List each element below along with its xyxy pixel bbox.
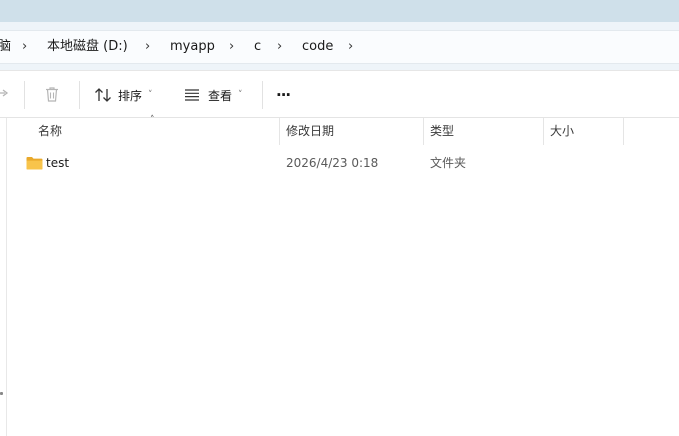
sort-arrows-icon xyxy=(94,87,112,103)
view-list-icon xyxy=(184,88,200,102)
window-title-bar xyxy=(0,0,679,22)
column-resize-handle[interactable] xyxy=(543,118,544,145)
chevron-right-icon[interactable]: › xyxy=(22,31,27,63)
sort-button-label: 排序 xyxy=(118,88,143,103)
share-icon[interactable] xyxy=(0,71,12,117)
scrollbar-thumb[interactable] xyxy=(0,392,3,395)
chevron-right-icon[interactable]: › xyxy=(229,31,234,63)
sort-button[interactable]: 排序 ˅ xyxy=(94,81,153,109)
trash-icon[interactable] xyxy=(44,71,60,117)
view-button[interactable]: 查看 ˅ xyxy=(184,81,243,109)
file-modified-date: 2026/4/23 0:18 xyxy=(286,156,379,170)
more-options-icon: ··· xyxy=(276,86,291,104)
table-row[interactable]: test 2026/4/23 0:18 文件夹 xyxy=(8,150,679,176)
toolbar-divider xyxy=(24,81,25,109)
breadcrumb-item-c[interactable]: c xyxy=(254,31,261,63)
toolbar-divider xyxy=(79,81,80,109)
chevron-down-icon: ˅ xyxy=(148,90,153,100)
column-header-modified[interactable]: 修改日期 xyxy=(286,118,334,145)
folder-icon xyxy=(26,150,43,176)
command-bar: 排序 ˅ 查看 ˅ ··· xyxy=(0,70,679,118)
chevron-right-icon[interactable]: › xyxy=(145,31,150,63)
more-options-button[interactable]: ··· xyxy=(276,81,291,109)
view-button-label: 查看 xyxy=(208,88,233,103)
breadcrumb-item-this-pc[interactable]: 脑 xyxy=(0,31,11,63)
address-bar-area: 脑 › 本地磁盘 (D:) › myapp › c › code › xyxy=(0,22,679,70)
column-header-size[interactable]: 大小 xyxy=(550,118,574,145)
column-header-type[interactable]: 类型 xyxy=(430,118,454,145)
column-resize-handle[interactable] xyxy=(623,118,624,145)
file-type: 文件夹 xyxy=(430,156,467,170)
breadcrumb[interactable]: 脑 › 本地磁盘 (D:) › myapp › c › code › xyxy=(0,30,679,64)
toolbar-divider xyxy=(262,81,263,109)
breadcrumb-item-drive-d[interactable]: 本地磁盘 (D:) xyxy=(47,31,128,63)
column-header-row: ˄ 名称 修改日期 类型 大小 xyxy=(0,115,679,145)
chevron-down-icon: ˅ xyxy=(238,90,243,100)
chevron-right-icon[interactable]: › xyxy=(277,31,282,63)
file-name[interactable]: test xyxy=(46,150,69,176)
sort-ascending-icon: ˄ xyxy=(150,115,155,125)
chevron-right-icon[interactable]: › xyxy=(348,31,353,63)
breadcrumb-item-code[interactable]: code xyxy=(302,31,333,63)
column-resize-handle[interactable] xyxy=(279,118,280,145)
column-resize-handle[interactable] xyxy=(423,118,424,145)
navigation-pane-border xyxy=(6,118,7,436)
breadcrumb-item-myapp[interactable]: myapp xyxy=(170,31,215,63)
column-header-name[interactable]: 名称 xyxy=(38,118,62,145)
